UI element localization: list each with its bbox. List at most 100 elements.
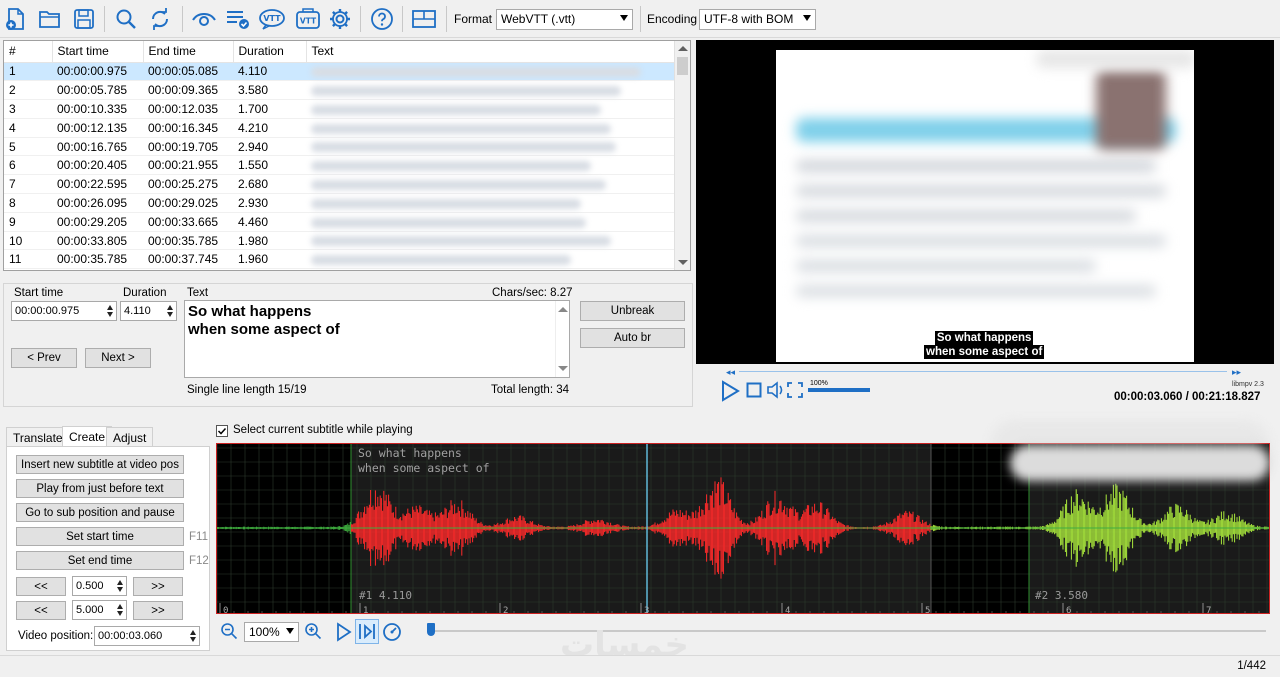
waveform-position-thumb[interactable] [427, 623, 435, 636]
help-icon[interactable] [368, 5, 396, 33]
open-folder-icon[interactable] [36, 5, 64, 33]
play-before-text-button[interactable]: Play from just before text [16, 479, 184, 498]
scroll-down-icon[interactable] [678, 260, 688, 265]
table-row[interactable]: 4 00:00:12.135 00:00:16.345 4.210 [4, 118, 676, 138]
spin-down-icon[interactable] [167, 312, 173, 317]
seek-start-icon[interactable]: ◂◂ [726, 367, 735, 378]
table-row[interactable]: 9 00:00:29.205 00:00:33.665 4.460 [4, 212, 676, 232]
step-forward-large-button[interactable]: >> [133, 601, 183, 620]
zoom-in-icon[interactable] [304, 622, 322, 643]
layout-icon[interactable] [410, 5, 438, 33]
stop-icon[interactable] [746, 382, 762, 401]
cell-end: 00:00:35.785 [143, 231, 233, 251]
table-row[interactable]: 10 00:00:33.805 00:00:35.785 1.980 [4, 231, 676, 251]
next-button[interactable]: Next > [85, 348, 151, 368]
step-forward-small-button[interactable]: >> [133, 577, 183, 596]
auto-break-button[interactable]: Auto br [580, 328, 685, 348]
spin-up-icon[interactable] [117, 580, 123, 585]
cell-text-redacted [306, 193, 676, 213]
small-step-value: 0.500 [76, 580, 104, 592]
new-file-icon[interactable] [2, 5, 30, 33]
column-header-end[interactable]: End time [143, 41, 234, 63]
playback-speed-icon[interactable] [382, 621, 402, 644]
select-while-playing-checkbox[interactable] [216, 425, 228, 437]
fullscreen-icon[interactable] [787, 382, 803, 401]
duration-input[interactable]: 4.110 [120, 301, 177, 321]
set-end-time-button[interactable]: Set end time [16, 551, 184, 570]
prev-button[interactable]: < Prev [11, 348, 77, 368]
table-row[interactable]: 8 00:00:26.095 00:00:29.025 2.930 [4, 193, 676, 213]
table-row[interactable]: 1 00:00:00.975 00:00:05.085 4.110 [4, 62, 676, 82]
replace-icon[interactable] [146, 5, 174, 33]
text-line-2: when some aspect of [188, 321, 340, 338]
start-time-input[interactable]: 00:00:00.975 [11, 301, 117, 321]
table-row[interactable]: 11 00:00:35.785 00:00:37.745 1.960 [4, 249, 676, 270]
center-on-video-icon[interactable] [355, 619, 379, 644]
insert-subtitle-button[interactable]: Insert new subtitle at video pos [16, 455, 184, 474]
cell-duration: 1.700 [233, 99, 306, 119]
scroll-up-icon[interactable] [558, 307, 568, 312]
column-header-duration[interactable]: Duration [233, 41, 307, 63]
volume-icon[interactable] [766, 381, 786, 402]
find-icon[interactable] [112, 5, 140, 33]
set-start-time-button[interactable]: Set start time [16, 527, 184, 546]
editor-scrollbar[interactable] [555, 301, 569, 377]
play-selection-icon[interactable] [335, 622, 353, 645]
video-player[interactable]: So what happens when some aspect of [696, 40, 1274, 364]
cell-duration: 1.980 [233, 231, 306, 251]
encoding-select[interactable]: UTF-8 with BOM [699, 9, 816, 30]
set-start-shortcut: F11 [189, 531, 208, 543]
spin-up-icon[interactable] [107, 305, 113, 310]
subtitle-text-editor[interactable]: So what happens when some aspect of [184, 300, 570, 378]
table-row[interactable]: 6 00:00:20.405 00:00:21.955 1.550 [4, 155, 676, 176]
spin-down-icon[interactable] [117, 611, 123, 616]
unbreak-button[interactable]: Unbreak [580, 301, 685, 321]
waveform-text-line-1: So what happens [358, 446, 462, 460]
settings-icon[interactable] [326, 5, 354, 33]
zoom-out-icon[interactable] [220, 622, 238, 643]
volume-slider[interactable] [808, 388, 870, 392]
table-row[interactable]: 7 00:00:22.595 00:00:25.275 2.680 [4, 174, 676, 195]
table-row[interactable]: 3 00:00:10.335 00:00:12.035 1.700 [4, 99, 676, 119]
large-step-input[interactable]: 5.000 [72, 600, 127, 620]
column-header-text[interactable]: Text [306, 41, 676, 63]
step-back-large-button[interactable]: << [16, 601, 66, 620]
spell-check-icon[interactable] [224, 5, 252, 33]
seek-end-icon[interactable]: ▸▸ [1232, 367, 1241, 378]
time-tick-label: 1 [363, 606, 368, 614]
visual-sync-icon[interactable] [190, 5, 218, 33]
tab-translate[interactable]: Translate [6, 427, 70, 447]
tab-create[interactable]: Create [62, 426, 113, 447]
table-row[interactable]: 2 00:00:05.785 00:00:09.365 3.580 [4, 80, 676, 101]
column-header-number[interactable]: # [4, 41, 53, 63]
scroll-thumb[interactable] [677, 57, 688, 75]
step-back-small-button[interactable]: << [16, 577, 66, 596]
zoom-select[interactable]: 100% [244, 622, 299, 642]
subtitle-edit-panel: Start time 00:00:00.975 Duration 4.110 T… [3, 283, 693, 407]
spin-down-icon[interactable] [190, 637, 196, 642]
format-select[interactable]: WebVTT (.vtt) [496, 9, 633, 30]
table-row[interactable]: 5 00:00:16.765 00:00:19.705 2.940 [4, 137, 676, 157]
go-to-sub-button[interactable]: Go to sub position and pause [16, 503, 184, 522]
scroll-down-icon[interactable] [558, 366, 568, 371]
video-position-input[interactable]: 00:00:03.060 [94, 626, 200, 646]
chevron-down-icon [620, 15, 628, 21]
subtitle-list[interactable]: # Start time End time Duration Text 1 00:… [3, 40, 691, 271]
spin-up-icon[interactable] [190, 630, 196, 635]
vtt-icon[interactable]: VTT [258, 5, 286, 33]
scroll-up-icon[interactable] [678, 46, 688, 51]
play-icon[interactable] [720, 380, 740, 405]
spin-down-icon[interactable] [117, 587, 123, 592]
vtt-settings-icon[interactable]: VTT [294, 5, 322, 33]
grid-scrollbar[interactable] [674, 41, 690, 270]
column-header-start[interactable]: Start time [52, 41, 144, 63]
seek-bar[interactable] [739, 371, 1227, 372]
spin-up-icon[interactable] [117, 604, 123, 609]
waveform-position-track[interactable] [428, 630, 1266, 632]
small-step-input[interactable]: 0.500 [72, 576, 127, 596]
tab-adjust[interactable]: Adjust [106, 427, 154, 447]
save-icon[interactable] [70, 5, 98, 33]
cell-start: 00:00:33.805 [52, 231, 143, 251]
spin-up-icon[interactable] [167, 305, 173, 310]
spin-down-icon[interactable] [107, 312, 113, 317]
